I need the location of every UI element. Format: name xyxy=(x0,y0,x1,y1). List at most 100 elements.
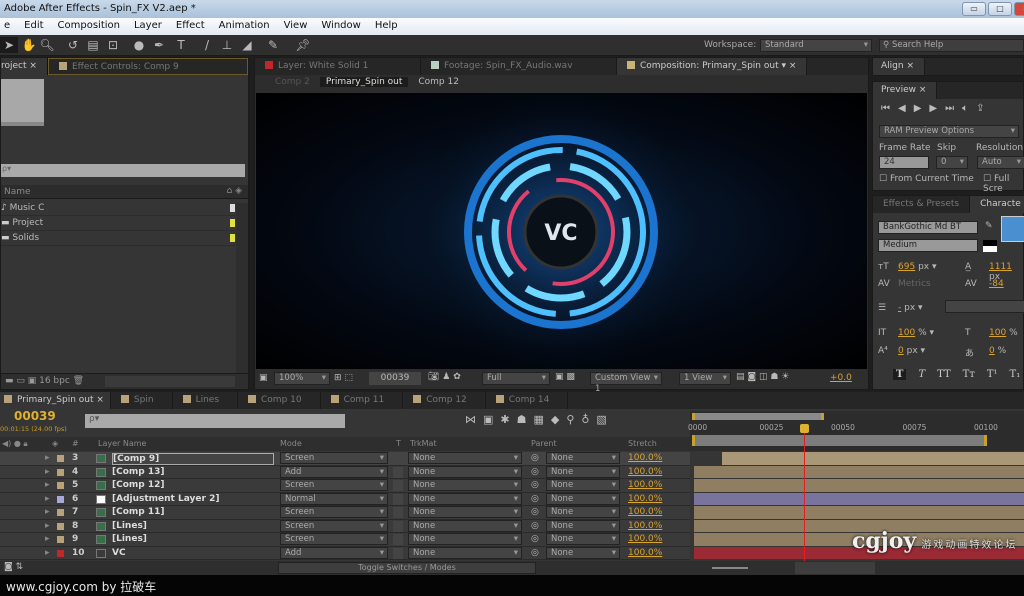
ellipse-tool-icon[interactable]: ● xyxy=(130,37,148,53)
bpc-button[interactable]: 16 bpc xyxy=(39,376,70,386)
layer-name[interactable]: [Comp 13] xyxy=(112,467,165,477)
label-tag-icon[interactable]: ⌂ ◈ xyxy=(227,186,243,196)
tab-effect-controls[interactable]: Effect Controls: Comp 9 xyxy=(47,58,248,75)
breadcrumb-primary[interactable]: Primary_Spin out xyxy=(319,77,409,87)
tab-composition[interactable]: Composition: Primary_Spin out ▾ × xyxy=(617,58,807,75)
stroke-color-swatch[interactable] xyxy=(983,240,997,252)
menu-view[interactable]: View xyxy=(284,20,308,33)
project-item[interactable]: ▬ Project xyxy=(1,216,235,231)
snapshot-icon[interactable]: 📷︎ ♟ ✿ xyxy=(428,372,461,382)
stretch-value[interactable]: 100.0% xyxy=(628,467,662,477)
parent-dropdown[interactable]: None xyxy=(546,492,620,505)
search-help-input[interactable]: ⚲ Search Help xyxy=(879,39,1024,52)
column-header-name[interactable]: Name ⌂ ◈ xyxy=(1,185,248,199)
trkmat-dropdown[interactable]: None xyxy=(408,546,522,559)
layer-duration-bar[interactable] xyxy=(722,452,1024,465)
font-style-dropdown[interactable]: Medium xyxy=(878,239,978,252)
timeline-tab[interactable]: Comp 10 xyxy=(238,392,321,409)
pen-tool-icon[interactable]: ✒ xyxy=(150,37,168,53)
type-style-button[interactable]: T₁ xyxy=(1010,369,1021,380)
label-color[interactable] xyxy=(57,495,64,503)
menu-help[interactable]: Help xyxy=(375,20,398,33)
playback-controls[interactable]: ⏮◀▶▶⏭🔈︎⇪ xyxy=(881,103,992,114)
timeline-tab[interactable]: Comp 14 xyxy=(486,392,569,409)
layer-row[interactable]: ▸ 9 [Lines] Screen None ◎ None 100.0% xyxy=(0,533,690,547)
pick-whip-icon[interactable]: ◎ xyxy=(531,548,539,558)
layer-name[interactable]: [Comp 12] xyxy=(112,480,165,490)
zoom-slider[interactable] xyxy=(712,567,748,569)
header-mode[interactable]: Mode xyxy=(280,439,302,448)
zoom-tool-icon[interactable]: 🔍︎ xyxy=(38,37,56,53)
menu-layer[interactable]: Layer xyxy=(134,20,162,33)
timeline-tab[interactable]: Primary_Spin out × xyxy=(0,392,111,409)
expand-arrow-icon[interactable]: ▸ xyxy=(45,548,50,558)
pick-whip-icon[interactable]: ◎ xyxy=(531,521,539,531)
layer-row[interactable]: ▸ 5 [Comp 12] Screen None ◎ None 100.0% xyxy=(0,479,690,493)
brush-tool-icon[interactable]: / xyxy=(198,37,216,53)
type-style-button[interactable]: T¹ xyxy=(987,369,998,380)
playhead-handle[interactable] xyxy=(799,424,809,433)
preserve-transparency-checkbox[interactable] xyxy=(393,493,403,505)
layer-row[interactable]: ▸ 3 [Comp 9] Screen None ◎ None 100.0% xyxy=(0,452,690,466)
pick-whip-icon[interactable]: ◎ xyxy=(531,467,539,477)
vertical-scale-value[interactable]: 100 xyxy=(898,328,915,338)
type-tool-icon[interactable]: T xyxy=(172,37,190,53)
tracking-value[interactable]: -84 xyxy=(989,279,1004,289)
minimize-button[interactable]: ▭ xyxy=(962,2,986,16)
header-stretch[interactable]: Stretch xyxy=(628,439,657,448)
label-color[interactable] xyxy=(57,536,64,543)
safe-zones-icon[interactable]: ⊞ ⬚ xyxy=(334,373,353,383)
header-parent[interactable]: Parent xyxy=(531,439,557,448)
layer-row[interactable]: ▸ 6 [Adjustment Layer 2] Normal None ◎ N… xyxy=(0,492,690,506)
time-ruler[interactable]: 0000 00025 00050 00075 00100 xyxy=(688,411,1024,451)
timeline-scrollbar[interactable] xyxy=(795,562,875,574)
header-trkmat[interactable]: TrkMat xyxy=(410,439,437,448)
parent-dropdown[interactable]: None xyxy=(546,506,620,518)
stretch-value[interactable]: 100.0% xyxy=(628,480,662,490)
expand-arrow-icon[interactable]: ▸ xyxy=(45,467,50,477)
roto-brush-tool-icon[interactable]: ✎ xyxy=(264,37,282,53)
menu-e[interactable]: e xyxy=(4,20,10,33)
preserve-transparency-checkbox[interactable] xyxy=(393,480,403,491)
expand-arrow-icon[interactable]: ▸ xyxy=(45,494,50,504)
full-screen-checkbox[interactable]: ☐ Full Scre xyxy=(983,174,1023,194)
layer-duration-bar[interactable] xyxy=(694,479,1024,492)
workspace-dropdown[interactable]: Standard xyxy=(760,39,872,52)
layer-duration-bar[interactable] xyxy=(694,492,1024,505)
stretch-value[interactable]: 100.0% xyxy=(628,521,662,531)
parent-dropdown[interactable]: None xyxy=(546,452,620,464)
parent-dropdown[interactable]: None xyxy=(546,519,620,532)
trkmat-dropdown[interactable]: None xyxy=(408,533,522,545)
font-family-dropdown[interactable]: BankGothic Md BT xyxy=(878,221,978,234)
menu-edit[interactable]: Edit xyxy=(24,20,43,33)
new-folder-icon[interactable]: ▬ ▭ ▣ xyxy=(5,376,39,386)
preserve-transparency-checkbox[interactable] xyxy=(393,520,403,532)
expand-arrow-icon[interactable]: ▸ xyxy=(45,453,50,463)
maximize-button[interactable]: □ xyxy=(988,2,1012,16)
expand-arrow-icon[interactable]: ▸ xyxy=(45,521,50,531)
exposure-value[interactable]: +0.0 xyxy=(830,373,852,383)
layer-row[interactable]: ▸ 10 VC Add None ◎ None 100.0% xyxy=(0,546,690,560)
stretch-value[interactable]: 100.0% xyxy=(628,453,662,463)
composition-viewer[interactable]: VC xyxy=(256,93,867,369)
tab-preview[interactable]: Preview × xyxy=(873,82,938,99)
pick-whip-icon[interactable]: ◎ xyxy=(531,507,539,517)
tab-layer[interactable]: Layer: White Solid 1 xyxy=(255,58,421,75)
view-layout-dropdown[interactable]: 1 View xyxy=(679,372,731,385)
skip-dropdown[interactable]: 0 xyxy=(936,156,968,169)
label-swatch[interactable] xyxy=(230,219,235,227)
breadcrumb-comp-2[interactable]: Comp 2 xyxy=(275,77,310,87)
pick-whip-icon[interactable]: ◎ xyxy=(531,494,539,504)
timeline-current-time[interactable]: 00039 xyxy=(14,409,56,423)
font-size-value[interactable]: 695 xyxy=(898,262,915,272)
clone-stamp-tool-icon[interactable]: ⊥ xyxy=(218,37,236,53)
mode-dropdown[interactable]: Screen xyxy=(280,452,388,464)
puppet-pin-tool-icon[interactable]: 📌︎ xyxy=(294,37,312,53)
mode-dropdown[interactable]: Screen xyxy=(280,533,388,545)
preserve-transparency-checkbox[interactable] xyxy=(393,453,403,464)
mode-dropdown[interactable]: Screen xyxy=(280,519,388,532)
mode-dropdown[interactable]: Normal xyxy=(280,492,388,505)
selection-tool-icon[interactable]: ➤ xyxy=(0,37,18,53)
layer-name[interactable]: [Lines] xyxy=(112,521,147,531)
label-swatch[interactable] xyxy=(230,204,235,212)
